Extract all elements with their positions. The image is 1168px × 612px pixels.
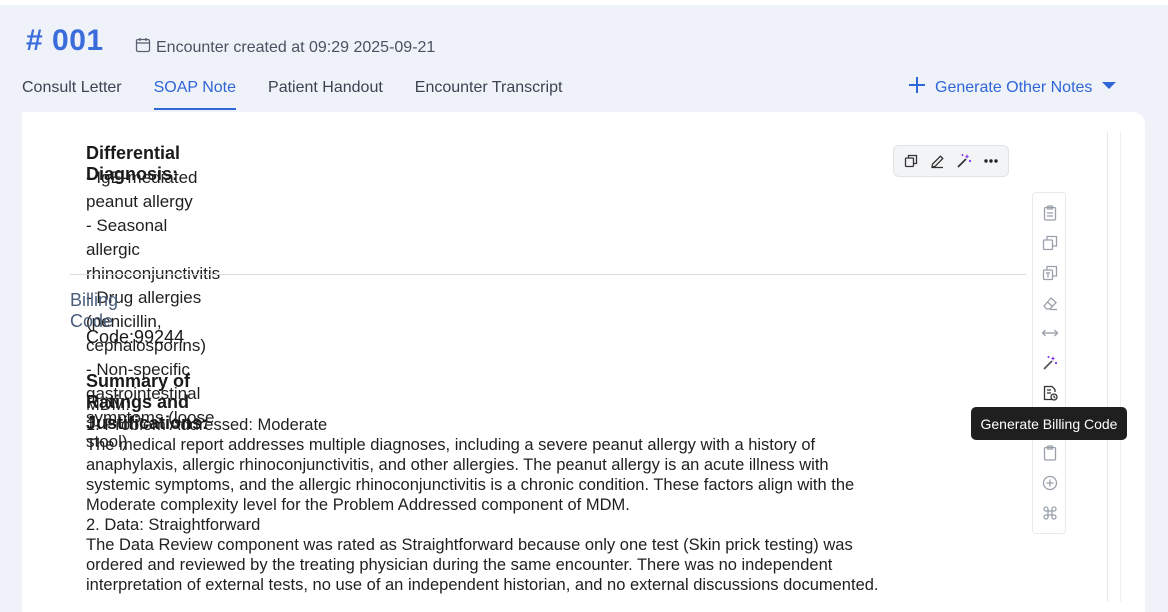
list-item: - Seasonal allergic rhinoconjunctivitis [86, 216, 221, 283]
plus-icon [907, 75, 927, 100]
billing-code: Code:99244 [86, 327, 185, 347]
copy-icon[interactable] [1039, 232, 1061, 254]
copy-icon[interactable] [901, 151, 921, 171]
summary-line: 2. Data: Straightforward [86, 516, 261, 534]
encounter-created: Encounter created at 09:29 2025-09-21 [135, 37, 435, 58]
clipboard-icon[interactable] [1039, 442, 1061, 464]
billing-section-title: Billing Code [70, 290, 119, 331]
clipboard-icon[interactable] [1039, 202, 1061, 224]
tab-consult-letter[interactable]: Consult Letter [22, 77, 122, 110]
copy-text-icon[interactable] [1039, 262, 1061, 284]
command-icon[interactable] [1039, 502, 1061, 524]
created-text: Encounter created at 09:29 2025-09-21 [156, 38, 436, 56]
scroll-edge [1120, 132, 1121, 602]
billing-code-icon[interactable] [1039, 382, 1061, 404]
summary-body: MDM: 1. Problem Addressed: Moderate The … [86, 395, 986, 595]
summary-line: The Data Review component was rated as S… [86, 536, 853, 554]
magic-wand-icon[interactable] [1039, 352, 1061, 374]
summary-line: anaphylaxis, allergic rhinoconjunctiviti… [86, 456, 829, 474]
summary-line: systemic symptoms, and the allergic rhin… [86, 476, 855, 494]
eraser-icon[interactable] [1039, 292, 1061, 314]
billing-code-tooltip: Generate Billing Code [971, 407, 1127, 440]
generate-other-notes-button[interactable]: Generate Other Notes [907, 75, 1118, 100]
caret-down-icon [1100, 76, 1118, 99]
magic-wand-icon[interactable] [954, 151, 974, 171]
encounter-id: # 001 [26, 24, 104, 57]
summary-line: MDM: [86, 396, 130, 414]
list-item: - IgE-mediated peanut allergy [86, 168, 198, 211]
summary-line: 1. Problem Addressed: Moderate [86, 416, 328, 434]
summary-line: Moderate complexity level for the Proble… [86, 496, 630, 514]
generate-other-notes-label: Generate Other Notes [935, 78, 1093, 96]
section-divider [70, 274, 1026, 275]
summary-line: interpretation of external tests, no use… [86, 576, 879, 594]
expand-horizontal-icon[interactable] [1039, 322, 1061, 344]
summary-line: ordered and reviewed by the treating phy… [86, 556, 833, 574]
edit-pencil-icon[interactable] [928, 151, 948, 171]
tab-encounter-transcript[interactable]: Encounter Transcript [415, 77, 563, 110]
tab-soap-note[interactable]: SOAP Note [153, 77, 237, 110]
calendar-icon [135, 37, 151, 58]
encounter-header: # 001 Encounter created at 09:29 2025-09… [0, 0, 1168, 112]
scroll-track[interactable] [1107, 132, 1108, 602]
side-toolbar [1032, 192, 1066, 534]
summary-line: The medical report addresses multiple di… [86, 436, 816, 454]
note-tabs: Consult Letter SOAP Note Patient Handout… [22, 77, 594, 110]
section-hover-toolbar [893, 145, 1009, 177]
tab-patient-handout[interactable]: Patient Handout [268, 77, 383, 110]
add-circle-icon[interactable] [1039, 472, 1061, 494]
more-dots-icon[interactable] [981, 151, 1001, 171]
